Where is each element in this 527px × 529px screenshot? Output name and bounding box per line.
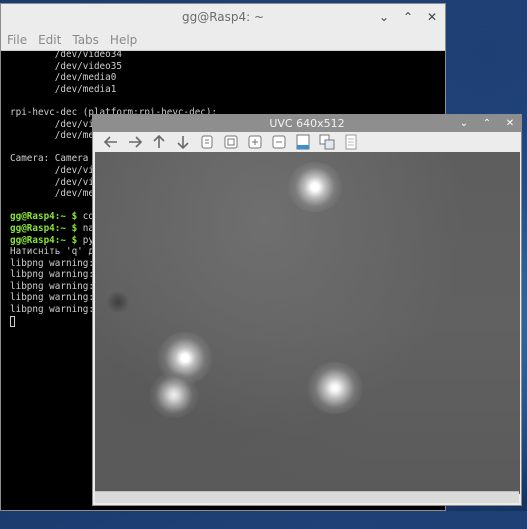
hot-spot [149, 372, 199, 418]
minimize-icon[interactable]: ⌄ [457, 117, 471, 131]
prompt: gg@Rasp4:~ $ [10, 222, 78, 234]
terminal-line: /dev/media0 [10, 72, 117, 84]
prompt: gg@Rasp4:~ $ [10, 234, 78, 246]
uvc-toolbar [93, 132, 521, 152]
menu-file[interactable]: File [7, 30, 27, 50]
zoom-out-icon[interactable] [267, 132, 291, 152]
menu-help[interactable]: Help [110, 30, 137, 50]
menu-edit[interactable]: Edit [38, 30, 61, 50]
close-icon[interactable]: ✕ [425, 10, 439, 24]
camera-view[interactable] [95, 152, 520, 494]
arrow-up-icon[interactable] [147, 132, 171, 152]
arrow-right-icon[interactable] [123, 132, 147, 152]
text-cursor [10, 315, 15, 327]
arrow-down-icon[interactable] [171, 132, 195, 152]
arrow-left-icon[interactable] [99, 132, 123, 152]
terminal-line: /dev/media1 [10, 83, 117, 95]
terminal-line: /dev/video34 [10, 49, 122, 60]
prompt: gg@Rasp4:~ $ [10, 211, 78, 223]
terminal-menubar: File Edit Tabs Help [1, 30, 445, 51]
settings-icon[interactable] [315, 132, 339, 152]
copy-icon[interactable] [195, 132, 219, 152]
uvc-titlebar[interactable]: UVC 640x512 ⌄ ⌃ ✕ [93, 115, 521, 132]
uvc-window: UVC 640x512 ⌄ ⌃ ✕ [92, 114, 522, 506]
hot-spot [307, 362, 363, 414]
zoom-in-icon[interactable] [243, 132, 267, 152]
save-icon[interactable] [291, 132, 315, 152]
terminal-titlebar[interactable]: gg@Rasp4: ~ ⌄ ⌃ ✕ [1, 4, 445, 30]
terminal-title: gg@Rasp4: ~ [181, 10, 265, 24]
hot-spot [287, 162, 343, 212]
terminal-line: /dev/video35 [10, 60, 122, 72]
maximize-icon[interactable]: ⌃ [480, 117, 494, 131]
minimize-icon[interactable]: ⌄ [377, 10, 391, 24]
status-bar [95, 491, 519, 503]
document-icon[interactable] [339, 132, 363, 152]
dark-spot [105, 292, 131, 312]
menu-tabs[interactable]: Tabs [72, 30, 99, 50]
uvc-title: UVC 640x512 [269, 117, 345, 130]
maximize-icon[interactable]: ⌃ [401, 10, 415, 24]
close-icon[interactable]: ✕ [503, 117, 517, 131]
zoom-fit-icon[interactable] [219, 132, 243, 152]
